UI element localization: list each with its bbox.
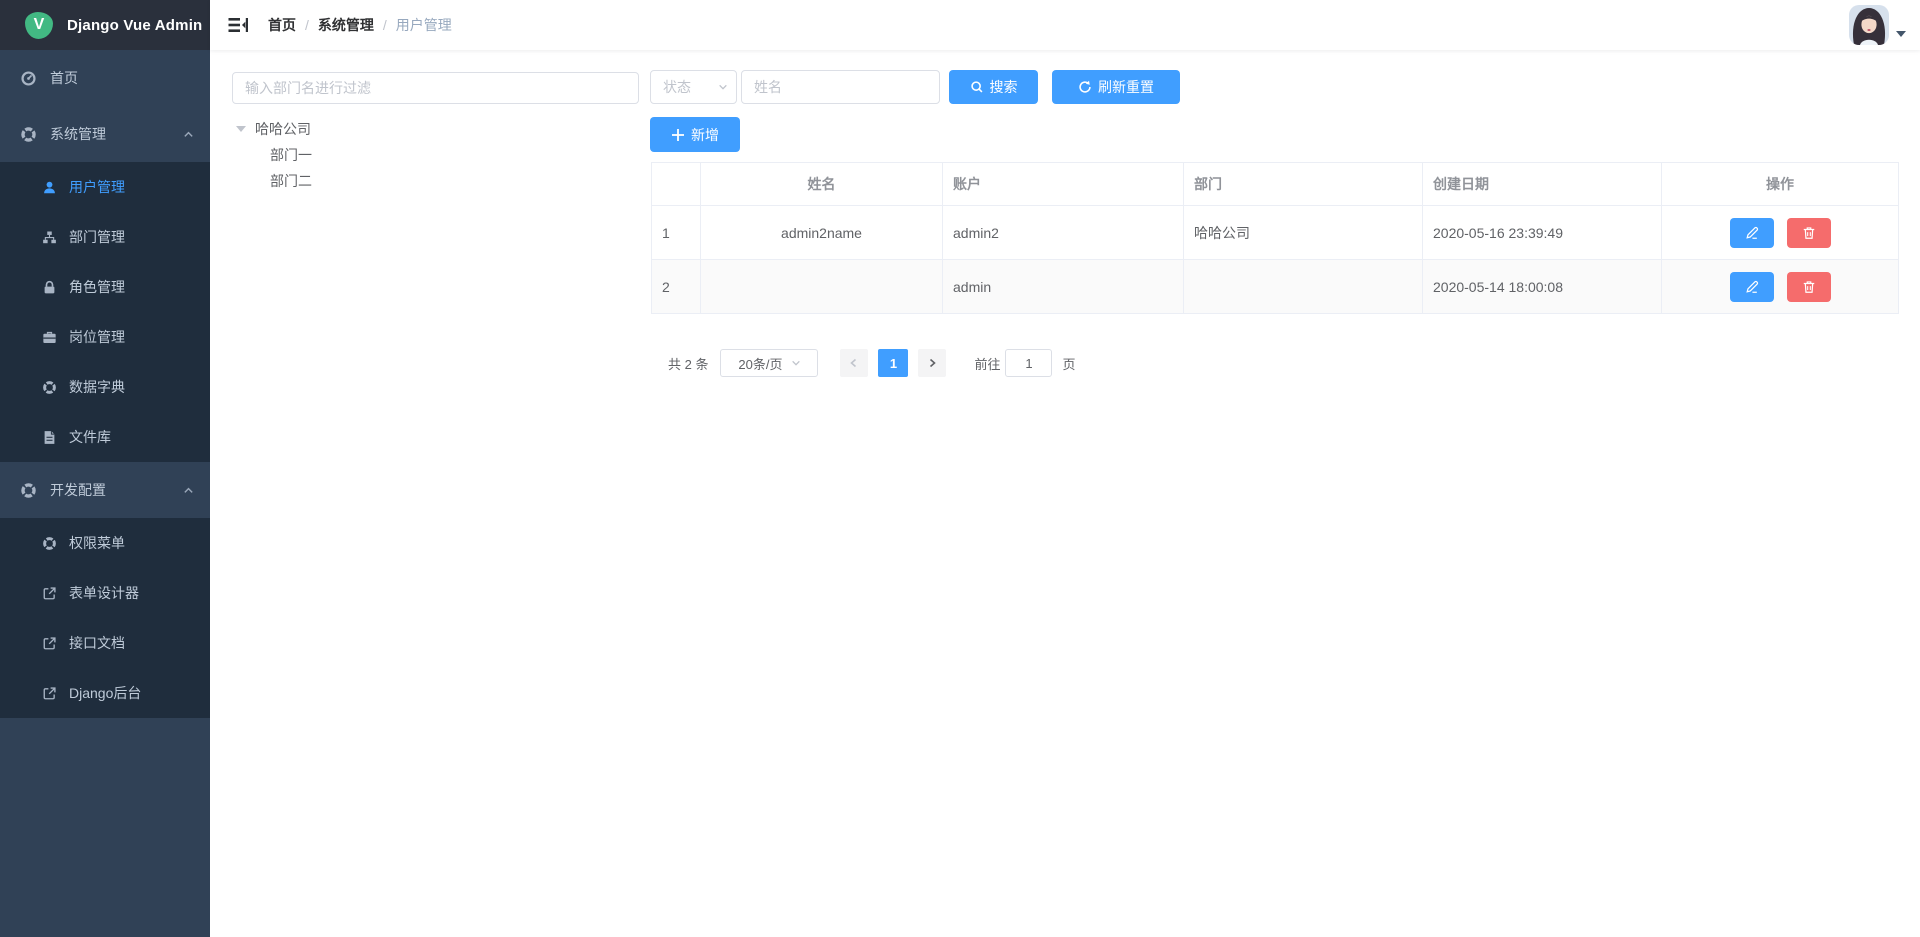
col-header-actions: 操作 xyxy=(1662,163,1899,206)
breadcrumb: 首页 / 系统管理 / 用户管理 xyxy=(268,0,452,50)
delete-button[interactable] xyxy=(1787,218,1831,248)
col-header-created: 创建日期 xyxy=(1423,163,1662,206)
sidebar-item-roles[interactable]: 角色管理 xyxy=(0,262,210,312)
sidebar-item-api-docs[interactable]: 接口文档 xyxy=(0,618,210,668)
refresh-icon xyxy=(1078,80,1092,94)
sidebar-item-home[interactable]: 首页 xyxy=(0,50,210,106)
caret-down-icon xyxy=(1896,31,1906,37)
sidebar-item-users[interactable]: 用户管理 xyxy=(0,162,210,212)
aim-icon xyxy=(42,536,57,551)
top-navbar: 首页 / 系统管理 / 用户管理 xyxy=(210,0,1920,50)
status-select[interactable]: 状态 xyxy=(650,70,737,104)
page-size-select[interactable]: 20条/页 xyxy=(720,349,818,377)
lock-icon xyxy=(42,280,57,295)
chevron-up-icon xyxy=(183,485,194,496)
briefcase-icon xyxy=(42,330,57,345)
name-search-input[interactable] xyxy=(741,70,940,104)
table-row: 2 admin 2020-05-14 18:00:08 xyxy=(652,260,1899,314)
aim-icon xyxy=(42,380,57,395)
cell-index: 2 xyxy=(652,260,701,314)
sidebar-item-positions[interactable]: 岗位管理 xyxy=(0,312,210,362)
external-link-icon xyxy=(42,686,57,701)
dept-tree: 哈哈公司 部门一 部门二 xyxy=(232,116,639,194)
app-logo[interactable]: V Django Vue Admin xyxy=(0,0,210,50)
breadcrumb-separator: / xyxy=(305,17,309,33)
sidebar-item-system[interactable]: 系统管理 xyxy=(0,106,210,162)
col-header-account: 账户 xyxy=(943,163,1184,206)
add-button[interactable]: 新增 xyxy=(650,117,740,152)
dashboard-icon xyxy=(20,70,37,87)
cell-name: admin2name xyxy=(701,206,943,260)
col-header-index xyxy=(652,163,701,206)
tree-node-company[interactable]: 哈哈公司 xyxy=(232,116,639,142)
edit-pencil-icon xyxy=(1745,280,1759,294)
col-header-dept: 部门 xyxy=(1184,163,1423,206)
arrow-right-icon xyxy=(927,358,937,368)
sidebar-item-django-admin[interactable]: Django后台 xyxy=(0,668,210,718)
trash-icon xyxy=(1802,226,1816,240)
cell-created: 2020-05-16 23:39:49 xyxy=(1423,206,1662,260)
edit-button[interactable] xyxy=(1730,272,1774,302)
cell-account: admin xyxy=(943,260,1184,314)
table-header-row: 姓名 账户 部门 创建日期 操作 xyxy=(652,163,1899,206)
caret-down-icon[interactable] xyxy=(236,126,246,132)
avatar xyxy=(1849,5,1889,45)
app-title: Django Vue Admin xyxy=(67,17,202,34)
external-link-icon xyxy=(42,636,57,651)
plus-icon xyxy=(671,128,685,142)
tree-node-dept1[interactable]: 部门一 xyxy=(232,142,639,168)
edit-button[interactable] xyxy=(1730,218,1774,248)
tree-node-dept2[interactable]: 部门二 xyxy=(232,168,639,194)
cell-created: 2020-05-14 18:00:08 xyxy=(1423,260,1662,314)
user-icon xyxy=(42,180,57,195)
arrow-left-icon xyxy=(849,358,859,368)
cell-name xyxy=(701,260,943,314)
breadcrumb-home[interactable]: 首页 xyxy=(268,15,296,35)
chevron-down-icon xyxy=(791,358,801,368)
edit-pencil-icon xyxy=(1745,226,1759,240)
sidebar-item-form-designer[interactable]: 表单设计器 xyxy=(0,568,210,618)
sidebar-item-permissions[interactable]: 权限菜单 xyxy=(0,518,210,568)
sidebar: V Django Vue Admin 首页 系统管理 用户管理 xyxy=(0,0,210,937)
cell-dept: 哈哈公司 xyxy=(1184,206,1423,260)
user-avatar-menu[interactable] xyxy=(1849,5,1906,45)
pagination-total: 共 2 条 xyxy=(668,354,708,373)
trash-icon xyxy=(1802,280,1816,294)
delete-button[interactable] xyxy=(1787,272,1831,302)
external-link-icon xyxy=(42,586,57,601)
org-tree-icon xyxy=(42,230,57,245)
chevron-down-icon xyxy=(718,82,728,92)
breadcrumb-section[interactable]: 系统管理 xyxy=(318,15,374,35)
table-row: 1 admin2name admin2 哈哈公司 2020-05-16 23:3… xyxy=(652,206,1899,260)
sidebar-item-departments[interactable]: 部门管理 xyxy=(0,212,210,262)
hamburger-icon[interactable] xyxy=(228,15,248,35)
sidebar-item-devconfig[interactable]: 开发配置 xyxy=(0,462,210,518)
search-button[interactable]: 搜索 xyxy=(949,70,1038,104)
chevron-up-icon xyxy=(183,129,194,140)
users-table: 姓名 账户 部门 创建日期 操作 1 admin2name admin2 哈哈公… xyxy=(651,162,1899,314)
prev-page-button[interactable] xyxy=(840,349,868,377)
goto-label: 前往 xyxy=(974,354,1000,373)
breadcrumb-separator: / xyxy=(383,17,387,33)
aim-icon xyxy=(20,126,37,143)
col-header-name: 姓名 xyxy=(701,163,943,206)
sidebar-item-dictionary[interactable]: 数据字典 xyxy=(0,362,210,412)
refresh-reset-button[interactable]: 刷新重置 xyxy=(1052,70,1180,104)
goto-page-input[interactable] xyxy=(1005,349,1052,377)
search-icon xyxy=(970,80,984,94)
logo-icon: V xyxy=(25,12,53,39)
cell-dept xyxy=(1184,260,1423,314)
page-unit-label: 页 xyxy=(1062,354,1075,373)
breadcrumb-current: 用户管理 xyxy=(396,15,452,35)
cell-account: admin2 xyxy=(943,206,1184,260)
sidebar-item-files[interactable]: 文件库 xyxy=(0,412,210,462)
cell-index: 1 xyxy=(652,206,701,260)
dept-filter-input[interactable] xyxy=(232,72,639,104)
pagination: 共 2 条 20条/页 1 前往 页 xyxy=(668,349,1076,377)
page-number-button[interactable]: 1 xyxy=(878,349,908,377)
document-icon xyxy=(42,430,57,445)
aim-icon xyxy=(20,482,37,499)
next-page-button[interactable] xyxy=(918,349,946,377)
